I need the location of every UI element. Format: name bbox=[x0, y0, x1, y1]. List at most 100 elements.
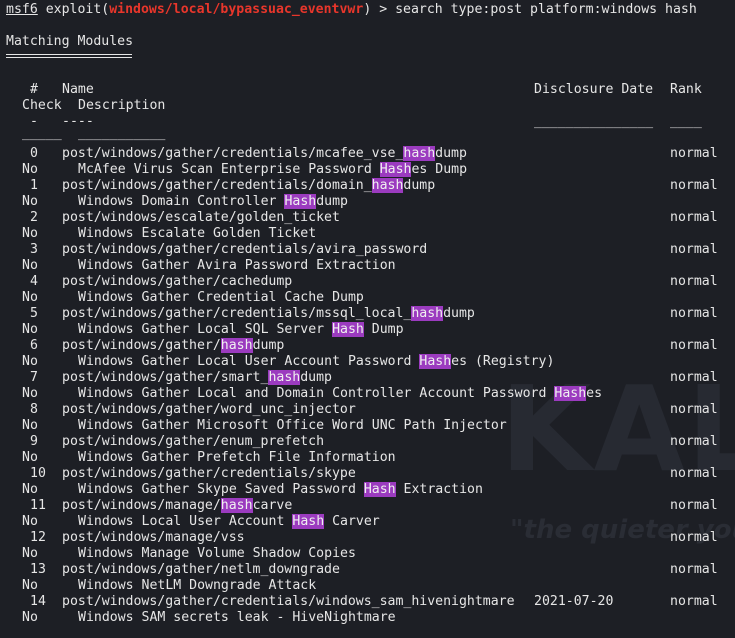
module-description: Windows Gather Skype Saved Password Hash… bbox=[78, 482, 483, 498]
module-description-text: Dump bbox=[363, 322, 404, 337]
module-name: post/windows/gather/credentials/windows_… bbox=[62, 594, 515, 610]
terminal-output[interactable]: msf6 exploit(windows/local/bypassuac_eve… bbox=[0, 0, 735, 638]
module-rank: normal bbox=[670, 466, 718, 481]
module-number: 10 bbox=[30, 466, 46, 481]
module-rank: normal bbox=[670, 498, 718, 513]
module-description: Windows Gather Microsoft Office Word UNC… bbox=[78, 418, 507, 434]
module-rank: normal bbox=[670, 242, 718, 257]
module-name-text: post/windows/gather/credentials/mcafee_v… bbox=[62, 146, 404, 161]
module-name-text: carve bbox=[252, 498, 293, 513]
module-number: 7 bbox=[30, 370, 38, 385]
module-row: 10 post/windows/gather/credentials/skype n… bbox=[6, 466, 726, 482]
module-number: 3 bbox=[30, 242, 38, 257]
module-rank: normal bbox=[670, 274, 718, 289]
module-name-text: post/windows/gather/cachedump bbox=[62, 274, 293, 289]
module-row: 4 post/windows/gather/cachedump normal bbox=[6, 274, 726, 290]
underline-description: ___________ bbox=[78, 126, 166, 141]
module-rank: normal bbox=[670, 210, 718, 225]
module-description: Windows SAM secrets leak - HiveNightmare bbox=[78, 610, 396, 626]
module-row: 8 post/windows/gather/word_unc_injector no… bbox=[6, 402, 726, 418]
module-rank: normal bbox=[670, 178, 718, 193]
module-name-text: post/windows/gather/smart_ bbox=[62, 370, 269, 385]
search-command: search type:post platform:windows hash bbox=[395, 2, 697, 17]
module-rank: normal bbox=[670, 402, 718, 417]
module-name: post/windows/gather/credentials/skype bbox=[62, 466, 356, 482]
header-check: Check bbox=[22, 98, 62, 113]
module-name-text: post/windows/manage/ bbox=[62, 498, 221, 513]
module-description: Windows Domain Controller Hashdump bbox=[78, 194, 348, 210]
module-description-text: Windows Gather Local and Domain Controll… bbox=[78, 386, 555, 401]
module-check: No bbox=[22, 386, 38, 401]
module-rank: normal bbox=[670, 530, 718, 545]
module-description-text: Windows Gather Credential Cache Dump bbox=[78, 290, 364, 305]
module-check: No bbox=[22, 418, 38, 433]
module-description: Windows Manage Volume Shadow Copies bbox=[78, 546, 356, 562]
module-name: post/windows/gather/credentials/mcafee_v… bbox=[62, 146, 467, 162]
module-name: post/windows/manage/hashcarve bbox=[62, 498, 292, 514]
module-rank: normal bbox=[670, 146, 718, 161]
module-check: No bbox=[22, 322, 38, 337]
module-name: post/windows/gather/credentials/mssql_lo… bbox=[62, 306, 475, 322]
module-detail-row: No Windows Gather Avira Password Extracti… bbox=[6, 258, 726, 274]
module-number: 0 bbox=[30, 146, 38, 161]
module-detail-row: No Windows Gather Local SQL Server Hash D… bbox=[6, 322, 726, 338]
module-row: 13 post/windows/gather/netlm_downgrade nor… bbox=[6, 562, 726, 578]
module-check: No bbox=[22, 162, 38, 177]
module-number: 9 bbox=[30, 434, 38, 449]
module-description: Windows Escalate Golden Ticket bbox=[78, 226, 316, 242]
search-term-highlight: hash bbox=[220, 498, 253, 513]
module-detail-row: No Windows Gather Skype Saved Password Ha… bbox=[6, 482, 726, 498]
header-row-1: # Name Disclosure Date Rank bbox=[6, 82, 726, 98]
module-name-text: dump bbox=[300, 370, 332, 385]
module-description: Windows Gather Local and Domain Controll… bbox=[78, 386, 602, 402]
module-name-text: post/windows/manage/vss bbox=[62, 530, 245, 545]
module-description-text: Windows Manage Volume Shadow Copies bbox=[78, 546, 356, 561]
module-detail-row: No Windows SAM secrets leak - HiveNightma… bbox=[6, 610, 726, 626]
module-name: post/windows/manage/vss bbox=[62, 530, 245, 546]
module-description-text: Windows Domain Controller bbox=[78, 194, 285, 209]
underline-check: _____ bbox=[22, 126, 62, 141]
module-rank: normal bbox=[670, 306, 718, 321]
module-name-text: post/windows/gather/credentials/mssql_lo… bbox=[62, 306, 412, 321]
module-detail-row: No Windows Gather Credential Cache Dump bbox=[6, 290, 726, 306]
module-detail-row: No Windows Local User Account Hash Carver bbox=[6, 514, 726, 530]
module-description-text: Windows Gather Local SQL Server bbox=[78, 322, 333, 337]
module-check: No bbox=[22, 450, 38, 465]
module-description: Windows Gather Local SQL Server Hash Dum… bbox=[78, 322, 404, 338]
module-name-text: dump bbox=[252, 338, 285, 353]
module-description-text: es (Registry) bbox=[451, 354, 555, 369]
module-row: 7 post/windows/gather/smart_hashdump norma… bbox=[6, 370, 726, 386]
exploit-prefix: exploit( bbox=[37, 2, 110, 17]
search-term-highlight: Hash bbox=[332, 322, 364, 337]
module-name: post/windows/escalate/golden_ticket bbox=[62, 210, 340, 226]
module-check: No bbox=[22, 514, 38, 529]
module-description-text: Carver bbox=[324, 514, 380, 529]
module-detail-row: No Windows Gather Local and Domain Contro… bbox=[6, 386, 726, 402]
module-description: Windows Gather Prefetch File Information bbox=[78, 450, 396, 466]
module-detail-row: No Windows Gather Local User Account Pass… bbox=[6, 354, 726, 370]
module-number: 14 bbox=[30, 594, 46, 609]
module-check: No bbox=[22, 194, 38, 209]
module-check: No bbox=[22, 482, 38, 497]
module-rank: normal bbox=[670, 338, 718, 353]
module-check: No bbox=[22, 258, 38, 273]
module-name-text: post/windows/gather/word_unc_injector bbox=[62, 402, 356, 417]
module-row: 6 post/windows/gather/hashdump normal bbox=[6, 338, 726, 354]
module-number: 5 bbox=[30, 306, 38, 321]
module-name: post/windows/gather/credentials/avira_pa… bbox=[62, 242, 427, 258]
search-term-highlight: Hash bbox=[292, 514, 325, 529]
header-underline-row-2: _____ ___________ bbox=[6, 126, 726, 142]
module-name: post/windows/gather/word_unc_injector bbox=[62, 402, 356, 418]
module-row: 0 post/windows/gather/credentials/mcafee_… bbox=[6, 146, 726, 162]
module-name-text: post/windows/gather/ bbox=[62, 338, 221, 353]
header-num: # bbox=[30, 82, 38, 97]
section-title-double-underline bbox=[6, 54, 132, 58]
header-name: Name bbox=[62, 82, 94, 97]
search-term-highlight: hash bbox=[371, 178, 404, 193]
module-detail-row: No McAfee Virus Scan Enterprise Password … bbox=[6, 162, 726, 178]
search-term-highlight: Hash bbox=[554, 386, 587, 401]
module-detail-row: No Windows Domain Controller Hashdump bbox=[6, 194, 726, 210]
header-description: Description bbox=[78, 98, 166, 113]
module-description: Windows Gather Avira Password Extraction bbox=[78, 258, 396, 274]
module-description-text: dump bbox=[316, 194, 348, 209]
